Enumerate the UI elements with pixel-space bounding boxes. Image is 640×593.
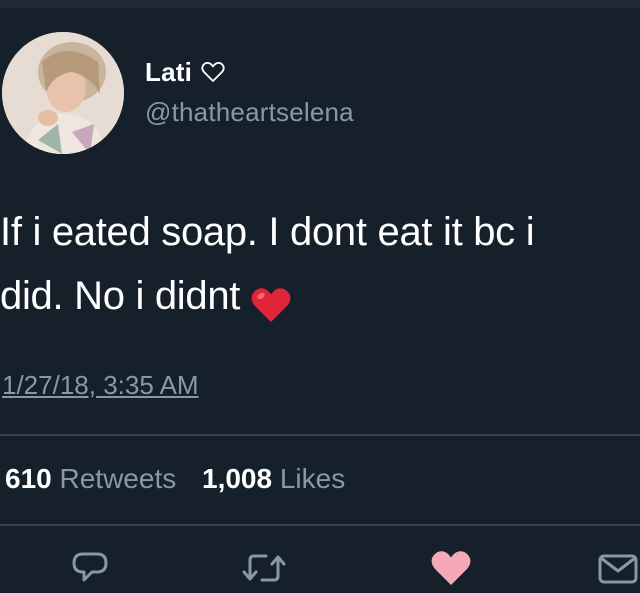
retweet-icon[interactable] <box>242 548 286 593</box>
author-name-row[interactable]: Lati <box>145 55 225 89</box>
avatar[interactable] <box>2 32 124 154</box>
likes-label[interactable]: Likes <box>280 463 345 494</box>
like-icon[interactable] <box>430 548 472 593</box>
tweet-text-line-2-wrap: did. No i didnt <box>0 264 640 328</box>
action-bar <box>0 548 640 593</box>
tweet-text-line-2: did. No i didnt <box>0 274 241 318</box>
tweet-detail-screen: Lati @thatheartselena If i eated soap. I… <box>0 0 640 593</box>
divider <box>0 434 640 436</box>
display-name[interactable]: Lati <box>145 57 192 88</box>
tweet-timestamp[interactable]: 1/27/18, 3:35 AM <box>2 370 199 401</box>
divider <box>0 524 640 526</box>
avatar-image <box>2 32 124 154</box>
likes-count[interactable]: 1,008 <box>202 463 272 494</box>
heart-outline-icon <box>201 61 225 83</box>
tweet-text-line-1: If i eated soap. I dont eat it bc i <box>0 210 535 254</box>
red-heart-emoji <box>250 279 292 323</box>
engagement-stats: 610 Retweets 1,008 Likes <box>5 463 363 495</box>
tweet-text: If i eated soap. I dont eat it bc i did.… <box>0 200 640 328</box>
retweets-label[interactable]: Retweets <box>60 463 177 494</box>
author-handle[interactable]: @thatheartselena <box>145 97 354 128</box>
retweets-count[interactable]: 610 <box>5 463 52 494</box>
direct-message-icon[interactable] <box>596 548 640 593</box>
reply-icon[interactable] <box>70 548 110 593</box>
top-band <box>0 0 640 8</box>
